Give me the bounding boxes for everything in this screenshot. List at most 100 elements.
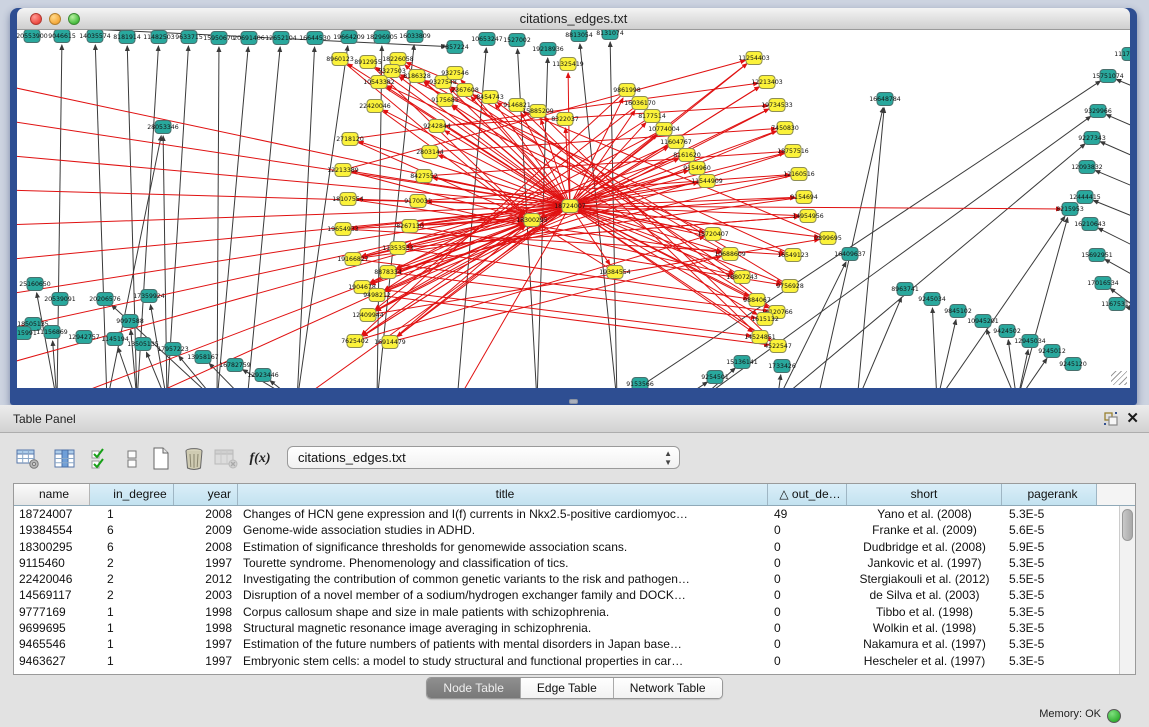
network-node[interactable]: 12652104 [265, 32, 297, 45]
table-cell[interactable]: Dudbridge et al. (2008) [847, 539, 1002, 555]
selected-network-node[interactable]: 19734533 [761, 99, 793, 112]
selected-network-node[interactable]: 10688609 [714, 248, 746, 261]
network-node[interactable]: 17016534 [1087, 277, 1119, 290]
table-cell[interactable]: 2 [90, 587, 174, 603]
table-cell[interactable]: 1 [90, 653, 174, 669]
table-cell[interactable]: 0 [768, 636, 847, 652]
table-row[interactable]: 977716911998Corpus callosum shape and si… [14, 604, 1119, 620]
network-node[interactable]: 8131074 [596, 30, 624, 40]
window-resize-grip[interactable] [1111, 371, 1127, 385]
network-node[interactable]: 9845102 [944, 305, 972, 318]
edge[interactable] [137, 46, 158, 388]
network-node[interactable]: 18296905 [366, 31, 398, 44]
network-node[interactable]: 9245034 [918, 293, 946, 306]
network-node[interactable]: 16210643 [1074, 218, 1106, 231]
column-header-4[interactable]: △ out_de… [768, 484, 847, 505]
tab-network-table[interactable]: Network Table [614, 678, 722, 698]
network-node[interactable]: 28053346 [147, 121, 179, 134]
network-node[interactable]: 8813054 [565, 30, 593, 42]
table-cell[interactable]: 1 [90, 506, 174, 522]
column-header-2[interactable]: year [174, 484, 238, 505]
edge[interactable] [270, 381, 297, 388]
edge[interactable] [777, 375, 781, 388]
table-cell[interactable]: Hescheler et al. (1997) [847, 653, 1002, 669]
network-node[interactable]: 16782759 [219, 359, 251, 372]
table-cell[interactable]: Changes of HCN gene expression and I(f) … [238, 506, 768, 522]
selected-edge[interactable] [362, 287, 751, 336]
selected-network-node[interactable]: 8912955 [354, 56, 382, 69]
network-node[interactable]: 15136141 [726, 356, 758, 369]
selected-edge[interactable] [400, 75, 793, 255]
table-cell[interactable]: 5.5E-5 [1002, 571, 1097, 587]
selected-network-node[interactable]: 10774004 [648, 123, 680, 136]
table-row[interactable]: 969969511998Structural magnetic resonanc… [14, 620, 1119, 636]
delete-attribute-button[interactable] [180, 445, 208, 473]
table-cell[interactable]: Tourette syndrome. Phenomenology and cla… [238, 555, 768, 571]
table-cell[interactable]: 2 [90, 571, 174, 587]
network-node[interactable]: 11482503 [143, 31, 175, 44]
table-cell[interactable]: 5.3E-5 [1002, 620, 1097, 636]
network-node[interactable]: 15950670 [203, 32, 235, 45]
selected-network-node[interactable]: 18757516 [777, 145, 809, 158]
table-cell[interactable]: 14569117 [14, 587, 90, 603]
table-cell[interactable]: 0 [768, 522, 847, 538]
table-cell[interactable]: 1 [90, 620, 174, 636]
network-node[interactable]: 16409637 [834, 248, 866, 261]
network-node[interactable]: 20206576 [89, 293, 121, 306]
table-row[interactable]: 911546021997Tourette syndrome. Phenomeno… [14, 555, 1119, 571]
table-cell[interactable]: 1997 [174, 653, 238, 669]
network-node[interactable]: 9046615 [48, 30, 76, 43]
table-cell[interactable]: 5.3E-5 [1002, 555, 1097, 571]
column-header-5[interactable]: short [847, 484, 1002, 505]
selected-network-node[interactable]: 8427552 [410, 170, 438, 183]
selected-network-node[interactable]: 9756928 [776, 280, 804, 293]
table-cell[interactable]: 2008 [174, 506, 238, 522]
edge[interactable] [1095, 170, 1130, 190]
table-cell[interactable]: Yano et al. (2008) [847, 506, 1002, 522]
close-panel-icon[interactable]: ✕ [1126, 409, 1139, 427]
network-node[interactable]: 1733426 [768, 360, 796, 373]
network-node[interactable]: 12923446 [247, 369, 279, 382]
table-cell[interactable]: 18724007 [14, 506, 90, 522]
column-header-1[interactable]: in_degree [90, 484, 174, 505]
selected-network-node[interactable]: 9861998 [613, 84, 641, 97]
selected-network-node[interactable]: 8960123 [326, 53, 354, 66]
table-row[interactable]: 946362711997Embryonic stem cells: a mode… [14, 653, 1119, 669]
edge[interactable] [857, 297, 901, 388]
network-node[interactable]: 8181914 [113, 31, 141, 44]
table-settings-button[interactable] [14, 445, 42, 473]
table-cell[interactable]: 5.6E-5 [1002, 522, 1097, 538]
table-cell[interactable]: 5.3E-5 [1002, 604, 1097, 620]
table-cell[interactable]: 0 [768, 620, 847, 636]
table-cell[interactable]: 9465546 [14, 636, 90, 652]
table-cell[interactable]: Stergiakouli et al. (2012) [847, 571, 1002, 587]
table-cell[interactable]: Jankovic et al. (1997) [847, 555, 1002, 571]
network-node[interactable]: 9245012 [1038, 345, 1066, 358]
network-node[interactable]: 20553900 [17, 30, 48, 43]
selected-edge[interactable] [350, 83, 758, 139]
edge[interactable] [247, 47, 280, 388]
table-cell[interactable]: 0 [768, 571, 847, 587]
edge[interactable] [937, 216, 1065, 388]
table-cell[interactable]: 9699695 [14, 620, 90, 636]
network-node[interactable]: 10945201 [967, 315, 999, 328]
table-cell[interactable]: Franke et al. (2009) [847, 522, 1002, 538]
tab-node-table[interactable]: Node Table [427, 678, 521, 698]
table-cell[interactable]: Nakamura et al. (1997) [847, 636, 1002, 652]
tab-edge-table[interactable]: Edge Table [521, 678, 614, 698]
selected-network-node[interactable]: 8322037 [551, 113, 579, 126]
table-cell[interactable]: 9115460 [14, 555, 90, 571]
table-cell[interactable]: 1998 [174, 604, 238, 620]
select-attributes-button[interactable] [87, 445, 115, 473]
table-cell[interactable]: Embryonic stem cells: a model to study s… [238, 653, 768, 669]
selected-network-node[interactable]: 7450830 [771, 122, 799, 135]
new-table-button[interactable] [147, 445, 175, 473]
edge[interactable] [297, 46, 348, 388]
table-cell[interactable]: 2008 [174, 539, 238, 555]
float-panel-icon[interactable] [1103, 411, 1119, 427]
table-cell[interactable]: Structural magnetic resonance image aver… [238, 620, 768, 636]
selected-network-node[interactable]: 11353533 [382, 242, 414, 255]
network-node[interactable]: 19218936 [532, 43, 564, 56]
selected-network-node[interactable]: 14954956 [792, 210, 824, 223]
network-node[interactable]: 20691406 [233, 32, 265, 45]
